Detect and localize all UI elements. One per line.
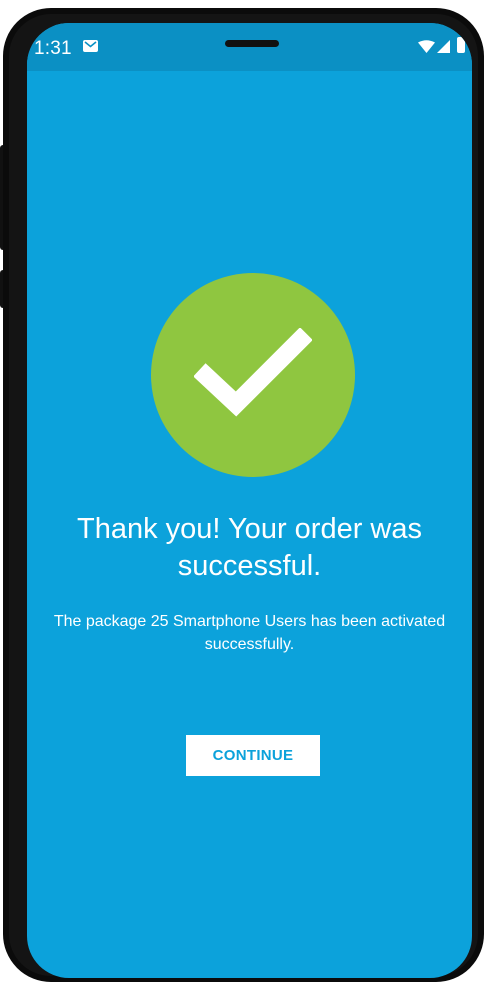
success-circle	[151, 273, 355, 477]
order-confirmation: Thank you! Your order was successful. Th…	[27, 23, 472, 978]
phone-mockup: 1:31 Thank you! Your order was successfu…	[0, 0, 489, 989]
success-title: Thank you! Your order was successful.	[77, 513, 422, 582]
success-message: The package 25 Smartphone Users has been…	[53, 613, 446, 653]
continue-button[interactable]: CONTINUE	[186, 735, 320, 776]
checkmark-icon	[194, 328, 312, 417]
app-screen: 1:31 Thank you! Your order was successfu…	[27, 23, 472, 978]
